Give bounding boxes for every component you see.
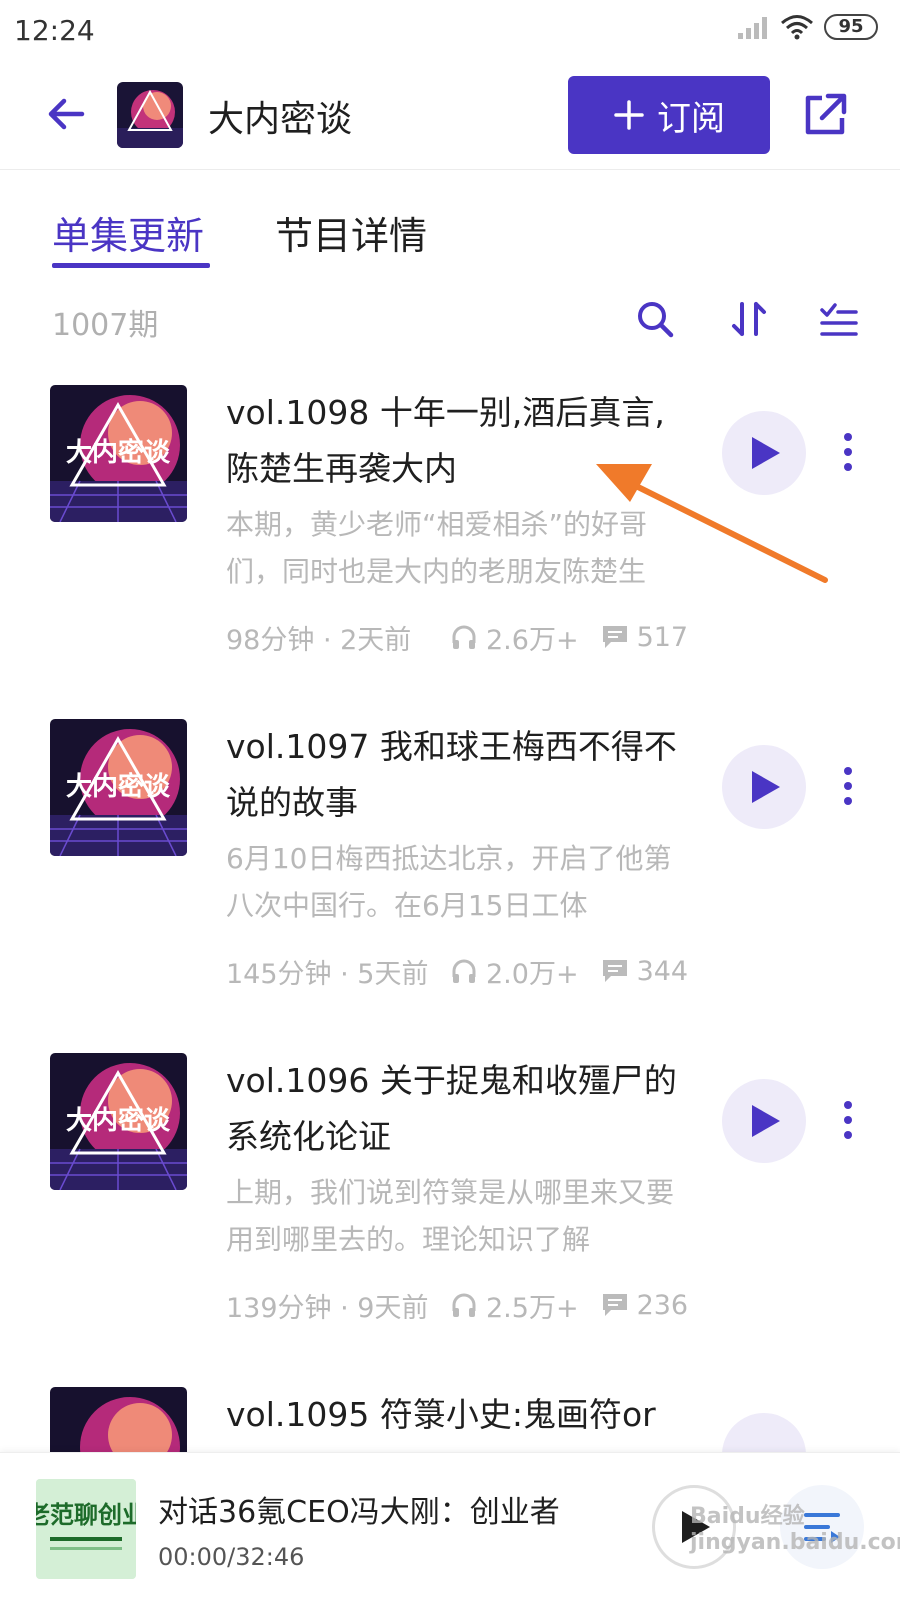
episode-meta: 139分钟 · 9天前 2.5万+ 236 bbox=[226, 1285, 696, 1325]
subscribe-button[interactable]: 订阅 bbox=[568, 76, 770, 154]
comment-count: 344 bbox=[601, 955, 689, 987]
comment-icon bbox=[602, 626, 627, 648]
play-icon bbox=[752, 1105, 780, 1137]
more-vertical-icon bbox=[844, 433, 852, 471]
episode-description: 6月10日梅西抵达北京，开启了他第八次中国行。在6月15日工体 bbox=[226, 842, 672, 922]
player-title: 对话36氪CEO冯大刚：创业者 bbox=[158, 1495, 560, 1530]
subscribe-label: 订阅 bbox=[657, 98, 725, 139]
episode-more-button[interactable] bbox=[830, 1095, 866, 1145]
batch-select-icon[interactable] bbox=[818, 298, 860, 340]
episode-more-button[interactable] bbox=[830, 761, 866, 811]
episode-toolbar: 1007期 bbox=[0, 296, 900, 350]
play-count-value: 2.0万+ bbox=[486, 958, 579, 990]
sort-icon[interactable] bbox=[728, 298, 770, 340]
podcast-cover bbox=[117, 82, 183, 148]
play-count: 2.5万+ bbox=[450, 1286, 579, 1325]
headphones-icon bbox=[452, 625, 476, 649]
episode-cover: 大内密谈 bbox=[50, 1053, 187, 1190]
battery-indicator: 95 bbox=[824, 14, 878, 40]
episode-play-button[interactable] bbox=[722, 745, 806, 829]
episode-count: 1007期 bbox=[52, 308, 159, 343]
tab-bar: 单集更新 节目详情 bbox=[0, 205, 900, 275]
back-arrow-icon[interactable] bbox=[42, 90, 90, 138]
episode-duration: 139分钟 · 9天前 bbox=[226, 1292, 429, 1324]
share-icon[interactable] bbox=[800, 90, 850, 140]
player-cover-text: 老范聊创业 bbox=[36, 1501, 136, 1529]
annotation-arrow-icon bbox=[596, 464, 828, 583]
episode-title: vol.1095 符箓小史:鬼画符or bbox=[226, 1395, 656, 1434]
tab-details[interactable]: 节目详情 bbox=[275, 205, 427, 260]
play-count-value: 2.5万+ bbox=[486, 1292, 579, 1324]
episode-play-button[interactable] bbox=[722, 1079, 806, 1163]
play-icon bbox=[752, 771, 780, 803]
cover-logo-text: 大内密谈 bbox=[66, 1105, 171, 1136]
tab-active-indicator bbox=[52, 263, 210, 268]
episode-duration: 145分钟 · 5天前 bbox=[226, 958, 429, 990]
play-count: 2.0万+ bbox=[450, 952, 579, 991]
podcast-cover-art bbox=[117, 82, 183, 148]
cover-logo-text: 大内密谈 bbox=[66, 437, 171, 468]
status-bar: 12:24 95 bbox=[0, 0, 900, 62]
tab-episodes[interactable]: 单集更新 bbox=[52, 205, 204, 260]
headphones-icon bbox=[452, 1293, 476, 1317]
page-title: 大内密谈 bbox=[208, 99, 353, 140]
comment-count-value: 344 bbox=[636, 955, 689, 987]
more-vertical-icon bbox=[844, 1101, 852, 1139]
wifi-icon bbox=[781, 15, 813, 40]
episode-cover-art: 大内密谈 bbox=[50, 1053, 187, 1190]
watermark: Baidu经验 jingyan.baidu.com bbox=[690, 1504, 900, 1555]
comment-icon bbox=[602, 1294, 627, 1316]
status-icons: 95 bbox=[736, 14, 878, 40]
episode-title: vol.1097 我和球王梅西不得不说的故事 bbox=[226, 727, 677, 822]
status-time: 12:24 bbox=[14, 14, 95, 47]
comment-count-value: 517 bbox=[636, 621, 689, 653]
list-item[interactable]: 大内密谈 vol.1096 关于捉鬼和收殭尸的系统化论证 上期，我们说到符箓是从… bbox=[0, 1053, 900, 1373]
plus-icon bbox=[614, 100, 644, 130]
episode-description: 上期，我们说到符箓是从哪里来又要用到哪里去的。理论知识了解 bbox=[226, 1176, 675, 1256]
play-count: 2.6万+ bbox=[450, 618, 579, 657]
player-cover-art: 老范聊创业 bbox=[36, 1479, 136, 1579]
list-item[interactable]: vol.1095 符箓小史:鬼画符or bbox=[0, 1387, 900, 1452]
more-vertical-icon bbox=[844, 767, 852, 805]
episode-meta: 145分钟 · 5天前 2.0万+ 344 bbox=[226, 951, 696, 991]
headphones-icon bbox=[452, 959, 476, 983]
episode-cover bbox=[50, 1387, 187, 1452]
cover-logo-text: 大内密谈 bbox=[66, 771, 171, 802]
episode-cover: 大内密谈 bbox=[50, 719, 187, 856]
episode-play-button[interactable] bbox=[722, 1413, 806, 1452]
player-time: 00:00/32:46 bbox=[158, 1543, 305, 1571]
episode-more-button[interactable] bbox=[830, 427, 866, 477]
top-app-bar: 大内密谈 订阅 bbox=[0, 62, 900, 170]
episode-duration: 98分钟 · 2天前 bbox=[226, 624, 412, 656]
episode-cover-art: 大内密谈 bbox=[50, 385, 187, 522]
episode-cover: 大内密谈 bbox=[50, 385, 187, 522]
search-icon[interactable] bbox=[634, 298, 676, 340]
play-count-value: 2.6万+ bbox=[486, 624, 579, 656]
comment-count-value: 236 bbox=[636, 1289, 689, 1321]
episode-meta: 98分钟 · 2天前 2.6万+ 517 bbox=[226, 617, 696, 657]
comment-count: 517 bbox=[601, 621, 689, 653]
player-cover: 老范聊创业 bbox=[36, 1479, 136, 1579]
episode-cover-art bbox=[50, 1387, 187, 1452]
list-item[interactable]: 大内密谈 vol.1097 我和球王梅西不得不说的故事 6月10日梅西抵达北京，… bbox=[0, 719, 900, 1039]
comment-icon bbox=[602, 960, 627, 982]
signal-icon bbox=[738, 17, 767, 39]
comment-count: 236 bbox=[601, 1289, 689, 1321]
episode-cover-art: 大内密谈 bbox=[50, 719, 187, 856]
episode-title: vol.1096 关于捉鬼和收殭尸的系统化论证 bbox=[226, 1061, 677, 1156]
